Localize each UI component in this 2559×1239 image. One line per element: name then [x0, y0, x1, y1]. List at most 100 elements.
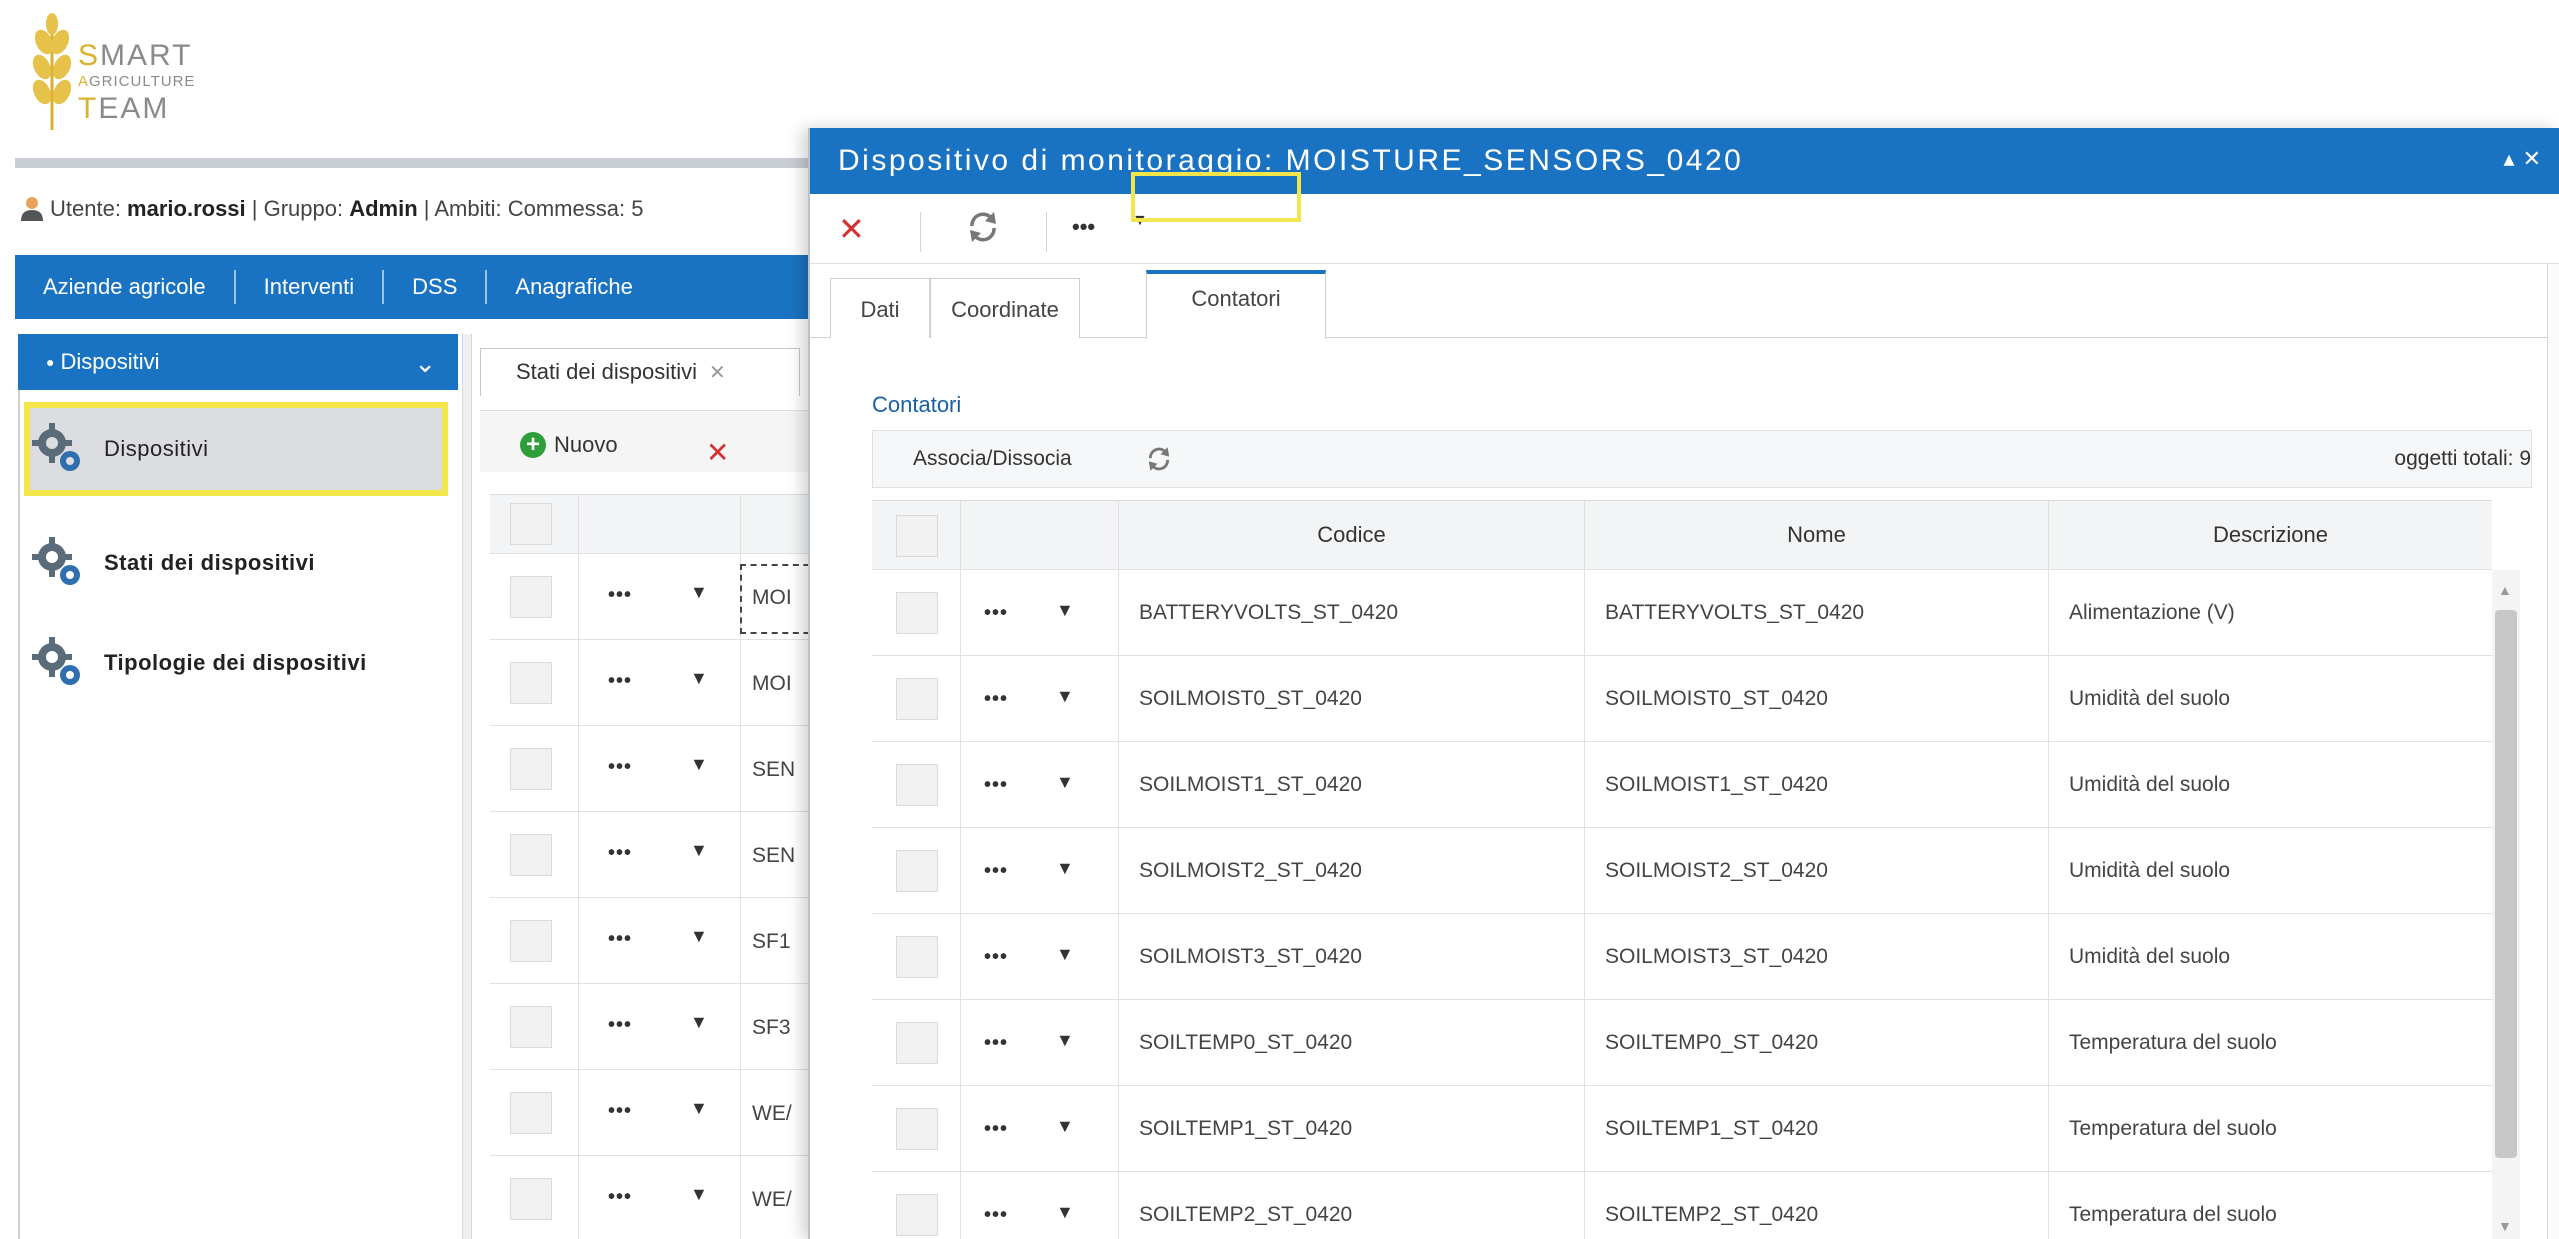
total-count: oggetti totali: 9: [2394, 447, 2531, 470]
caret-down-icon[interactable]: ▼: [1056, 858, 1074, 879]
table-row[interactable]: ••• ▼ BATTERYVOLTS_ST_0420 BATTERYVOLTS_S…: [872, 570, 2492, 656]
associate-button[interactable]: Associa/Dissocia: [913, 447, 1072, 471]
tab-stati-dispositivi[interactable]: Stati dei dispositivi ✕: [480, 348, 800, 396]
sidebar-item-stati-dispositivi[interactable]: Stati dei dispositivi: [30, 528, 450, 598]
row-checkbox[interactable]: [896, 1108, 938, 1150]
more-actions-icon[interactable]: •••: [608, 928, 632, 951]
new-button[interactable]: + Nuovo: [520, 432, 618, 458]
caret-down-icon[interactable]: ▼: [1056, 944, 1074, 965]
sidebar-item-tipologie-dispositivi[interactable]: Tipologie dei dispositivi: [30, 628, 450, 698]
close-icon[interactable]: ✕: [838, 210, 865, 248]
collapse-icon[interactable]: ▴: [2504, 146, 2523, 171]
row-checkbox[interactable]: [896, 764, 938, 806]
row-checkbox[interactable]: [896, 936, 938, 978]
table-row[interactable]: ••• ▼ SOILTEMP0_ST_0420 SOILTEMP0_ST_0420…: [872, 1000, 2492, 1086]
caret-down-icon[interactable]: ▼: [690, 1098, 708, 1119]
table-row[interactable]: ••• ▼ WE/: [490, 1070, 820, 1156]
row-checkbox[interactable]: [896, 1194, 938, 1236]
more-actions-icon[interactable]: •••: [608, 584, 632, 607]
caret-down-icon[interactable]: ▼: [1056, 1030, 1074, 1051]
more-actions-icon[interactable]: •••: [984, 774, 1008, 797]
nav-aziende-agricole[interactable]: Aziende agricole: [15, 270, 236, 304]
more-actions-icon[interactable]: •••: [984, 1032, 1008, 1055]
table-row[interactable]: ••• ▼ SOILMOIST3_ST_0420 SOILMOIST3_ST_04…: [872, 914, 2492, 1000]
row-checkbox[interactable]: [510, 662, 552, 704]
column-header-codice[interactable]: Codice: [1118, 501, 1584, 569]
more-actions-icon[interactable]: •••: [984, 602, 1008, 625]
sidebar-section-header[interactable]: ● Dispositivi ⌄: [18, 334, 458, 390]
row-checkbox[interactable]: [896, 850, 938, 892]
nav-interventi[interactable]: Interventi: [236, 270, 385, 304]
caret-down-icon[interactable]: ▼: [1056, 1116, 1074, 1137]
scroll-down-icon[interactable]: ▼: [2498, 1218, 2512, 1234]
row-checkbox[interactable]: [510, 748, 552, 790]
more-actions-icon[interactable]: •••: [608, 756, 632, 779]
scrollbar-thumb[interactable]: [2495, 610, 2517, 1158]
caret-down-icon[interactable]: ▼: [690, 926, 708, 947]
table-row[interactable]: ••• ▼ MOI: [490, 554, 820, 640]
tab-dati[interactable]: Dati: [830, 278, 930, 338]
row-checkbox[interactable]: [510, 834, 552, 876]
caret-down-icon[interactable]: ▼: [1056, 1202, 1074, 1223]
table-row[interactable]: ••• ▼ SOILMOIST0_ST_0420 SOILMOIST0_ST_04…: [872, 656, 2492, 742]
row-checkbox[interactable]: [896, 1022, 938, 1064]
more-actions-icon[interactable]: •••: [984, 860, 1008, 883]
modal-tabs: Dati Coordinate Contatori: [810, 270, 2559, 339]
caret-down-icon[interactable]: ▼: [1056, 600, 1074, 621]
column-header-descrizione[interactable]: Descrizione: [2048, 501, 2492, 569]
caret-down-icon[interactable]: ▼: [690, 840, 708, 861]
caret-down-icon[interactable]: ▼: [690, 582, 708, 603]
table-row[interactable]: ••• ▼ SOILMOIST1_ST_0420 SOILMOIST1_ST_04…: [872, 742, 2492, 828]
more-actions-icon[interactable]: •••: [1072, 214, 1095, 240]
more-actions-icon[interactable]: •••: [608, 670, 632, 693]
more-actions-icon[interactable]: •••: [984, 1204, 1008, 1227]
tab-contatori[interactable]: Contatori: [1146, 270, 1326, 339]
table-row[interactable]: ••• ▼ SOILTEMP1_ST_0420 SOILTEMP1_ST_0420…: [872, 1086, 2492, 1172]
close-window-icon[interactable]: ✕: [2523, 146, 2549, 171]
more-actions-icon[interactable]: •••: [984, 1118, 1008, 1141]
table-row[interactable]: ••• ▼ SEN: [490, 726, 820, 812]
caret-down-icon[interactable]: ▼: [690, 1012, 708, 1033]
row-checkbox[interactable]: [896, 678, 938, 720]
table-row[interactable]: ••• ▼ SEN: [490, 812, 820, 898]
table-row[interactable]: ••• ▼ SF1: [490, 898, 820, 984]
row-checkbox[interactable]: [510, 1006, 552, 1048]
row-checkbox[interactable]: [896, 592, 938, 634]
modal-title-bar[interactable]: Dispositivo di monitoraggio: MOISTURE_SE…: [810, 128, 2559, 194]
tab-coordinate[interactable]: Coordinate: [930, 278, 1080, 338]
table-row[interactable]: ••• ▼ SOILTEMP2_ST_0420 SOILTEMP2_ST_0420…: [872, 1172, 2492, 1239]
refresh-icon[interactable]: [960, 204, 1006, 250]
delete-icon[interactable]: ✕: [706, 436, 729, 469]
logo-letter: A: [78, 73, 90, 90]
select-all-checkbox[interactable]: [896, 515, 938, 557]
caret-down-icon[interactable]: ▼: [1056, 772, 1074, 793]
more-actions-icon[interactable]: •••: [608, 842, 632, 865]
row-checkbox[interactable]: [510, 1092, 552, 1134]
row-checkbox[interactable]: [510, 576, 552, 618]
more-actions-icon[interactable]: •••: [608, 1100, 632, 1123]
table-row[interactable]: ••• ▼ MOI: [490, 640, 820, 726]
nav-dss[interactable]: DSS: [384, 270, 488, 304]
table-row[interactable]: ••• ▼ SF3: [490, 984, 820, 1070]
nav-anagrafiche[interactable]: Anagrafiche: [487, 270, 660, 304]
more-actions-icon[interactable]: •••: [608, 1186, 632, 1209]
caret-down-icon[interactable]: ▼: [690, 754, 708, 775]
more-actions-icon[interactable]: •••: [984, 946, 1008, 969]
sidebar-item-dispositivi[interactable]: Dispositivi: [30, 414, 450, 484]
scroll-up-icon[interactable]: ▲: [2498, 582, 2512, 598]
caret-down-icon[interactable]: ▼: [690, 668, 708, 689]
table-row[interactable]: ••• ▼ SOILMOIST2_ST_0420 SOILMOIST2_ST_04…: [872, 828, 2492, 914]
table-row[interactable]: ••• ▼ WE/: [490, 1156, 820, 1239]
close-icon[interactable]: ✕: [709, 362, 726, 384]
row-checkbox[interactable]: [510, 920, 552, 962]
column-header-nome[interactable]: Nome: [1584, 501, 2048, 569]
caret-down-icon[interactable]: ▼: [1056, 686, 1074, 707]
chevron-down-icon[interactable]: ⌄: [414, 348, 436, 379]
refresh-icon[interactable]: [1141, 441, 1177, 477]
select-all-checkbox[interactable]: [510, 503, 552, 545]
more-actions-icon[interactable]: •••: [608, 1014, 632, 1037]
row-checkbox[interactable]: [510, 1178, 552, 1220]
more-actions-icon[interactable]: •••: [984, 688, 1008, 711]
caret-down-icon[interactable]: ▼: [690, 1184, 708, 1205]
panel-splitter[interactable]: [462, 334, 472, 1239]
